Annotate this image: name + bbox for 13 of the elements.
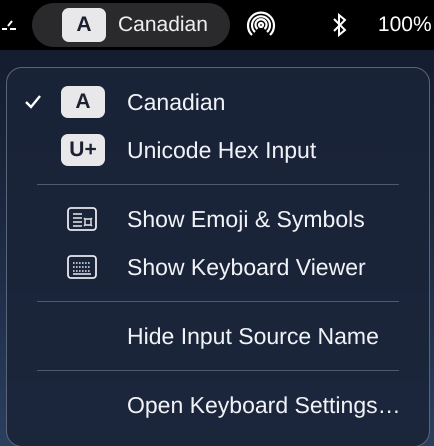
menu-item[interactable]: Hide Input Source Name [7,312,429,360]
input-source-badge: A [61,86,105,118]
menu-item[interactable]: Show Keyboard Viewer [7,243,429,291]
input-source-menu[interactable]: A Canadian [32,3,230,47]
input-source-badge: U+ [61,134,105,166]
menu-item[interactable]: U+ Unicode Hex Input [7,126,429,174]
emoji-symbols-icon [67,207,97,231]
keyboard-icon [67,255,97,279]
menu-item[interactable]: Open Keyboard Settings… [7,381,429,429]
battery-percentage[interactable]: 100% [378,13,432,37]
menu-item[interactable]: A Canadian [7,78,429,126]
bluetooth-icon[interactable] [332,12,348,38]
menu-item[interactable]: Show Emoji & Symbols [7,195,429,243]
